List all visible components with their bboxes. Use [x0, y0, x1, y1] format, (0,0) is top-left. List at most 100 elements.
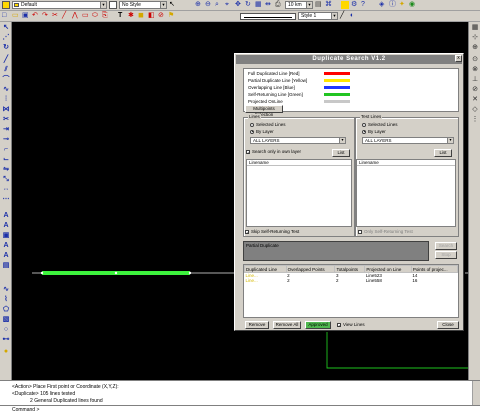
search-own-layer-checkbox[interactable]: ✓ Search only in own layer	[246, 149, 301, 154]
lines-layer-dropdown[interactable]: ALL LAYERS ▼	[250, 137, 346, 144]
select-icon[interactable]: ↖	[2, 24, 10, 32]
props-icon[interactable]: ▦	[471, 24, 479, 32]
chamfer-icon[interactable]: ⌙	[2, 156, 10, 164]
extend-icon[interactable]: ⇥	[2, 126, 10, 134]
break-icon[interactable]: ✂	[2, 116, 10, 124]
mirror-icon[interactable]: ⇋	[2, 166, 10, 174]
polyline-icon[interactable]: ⋀	[72, 12, 80, 20]
column-header[interactable]: Duplicated Line	[244, 265, 287, 273]
lines-radio-by-layer[interactable]: By Layer	[250, 129, 274, 134]
snap-grid-icon[interactable]: ⋮	[471, 116, 479, 124]
trim-icon[interactable]: ⊸	[2, 136, 10, 144]
arc-icon[interactable]: ⌒	[2, 76, 10, 84]
snap-perp-icon[interactable]: ⊥	[471, 76, 479, 84]
only-self-returning-checkbox[interactable]: Only Self-Returning Test	[358, 229, 413, 234]
help-icon[interactable]: ?	[361, 1, 369, 9]
circle-icon[interactable]: ○	[2, 326, 10, 334]
text-a-icon[interactable]: A	[2, 212, 10, 220]
open-icon[interactable]: ▭	[12, 12, 20, 20]
dimension-icon[interactable]: ⊷	[2, 336, 10, 344]
style-select[interactable]: No Style ▼	[119, 1, 167, 9]
style-icon[interactable]	[109, 1, 117, 9]
view-lines-checkbox[interactable]: ✓ View Lines	[337, 322, 365, 327]
bezier-icon[interactable]: ∿	[2, 86, 10, 94]
settings-icon[interactable]: ⚙	[351, 1, 359, 9]
offset-icon[interactable]: ⫶	[2, 96, 10, 104]
layer-select[interactable]: Default ▼	[12, 1, 107, 9]
refresh-icon[interactable]: ↻	[245, 1, 253, 9]
test-radio-selected[interactable]: Selected Lines	[362, 122, 398, 127]
stop-button[interactable]: Stop	[435, 251, 457, 259]
line-tool-icon[interactable]: ╱	[62, 12, 70, 20]
column-header[interactable]: Totalpoints	[334, 265, 366, 273]
multiline-icon[interactable]: ⫽	[2, 66, 10, 74]
lines-list-button[interactable]: List	[332, 149, 350, 157]
undo-icon[interactable]: ↶	[32, 12, 40, 20]
block-icon[interactable]: ◼	[138, 12, 146, 20]
text-a-bold-icon[interactable]: A	[2, 222, 10, 230]
cut-icon[interactable]: ✂	[52, 12, 60, 20]
lines-radio-selected[interactable]: Selected Lines	[250, 122, 286, 127]
test-lines-listbox[interactable]: Linename	[356, 159, 456, 227]
column-header[interactable]: Points of projec...	[410, 265, 459, 273]
zoom-extents-icon[interactable]: ⌖	[225, 1, 233, 9]
column-header[interactable]: Overlapped Points	[285, 265, 336, 273]
approved-button[interactable]: Approved	[305, 321, 331, 329]
text-box-icon[interactable]: ▣	[2, 232, 10, 240]
print-icon[interactable]: ⎙	[275, 1, 283, 9]
globe-icon[interactable]: ◉	[409, 1, 417, 9]
search-button[interactable]: Search	[435, 242, 457, 250]
snap-int-icon[interactable]: ✕	[471, 96, 479, 104]
close-icon[interactable]: x	[455, 55, 462, 62]
text-icon[interactable]: T	[118, 12, 126, 20]
rectangle-icon[interactable]: ▭	[82, 12, 90, 20]
stop-icon[interactable]: ⊘	[158, 12, 166, 20]
skip-self-returning-checkbox[interactable]: ✓ Skip Self-Returning Test	[245, 229, 299, 234]
snap-icon[interactable]: ⌘	[325, 1, 333, 9]
join-icon[interactable]: ⋈	[2, 106, 10, 114]
copy-icon[interactable]: ⎘	[102, 12, 110, 20]
scale-icon[interactable]: ⤡	[2, 176, 10, 184]
fill-icon[interactable]: ◧	[148, 12, 156, 20]
array-icon[interactable]: ⋯	[2, 196, 10, 204]
linestyle-select[interactable]: Style 1 ▼	[298, 12, 338, 20]
test-list-button[interactable]: List	[434, 149, 452, 157]
redo-icon[interactable]: ↷	[42, 12, 50, 20]
symbol-icon[interactable]: ✱	[128, 12, 136, 20]
flag-icon[interactable]: ⚑	[168, 12, 176, 20]
star-icon[interactable]: ✦	[399, 1, 407, 9]
light-icon[interactable]: ●	[2, 348, 10, 356]
test-layer-dropdown[interactable]: ALL LAYERS ▼	[362, 137, 454, 144]
snap-mid-icon[interactable]: ⊕	[471, 44, 479, 52]
spline-icon[interactable]: ⌇	[2, 296, 10, 304]
command-scrollbar[interactable]	[472, 381, 480, 405]
info-icon[interactable]: ⓘ	[389, 1, 397, 9]
rotate-icon[interactable]: ↻	[2, 44, 10, 52]
layer-manager-icon[interactable]	[2, 1, 10, 9]
stretch-icon[interactable]: ⇔	[2, 186, 10, 194]
grid-icon[interactable]: ▦	[255, 1, 263, 9]
new-icon[interactable]: □	[2, 12, 10, 20]
remove-button[interactable]: Remove	[245, 321, 269, 329]
ellipse-icon[interactable]: ⬭	[92, 12, 100, 20]
text-a-outline-icon[interactable]: A	[2, 242, 10, 250]
table-row[interactable]: Line... 2 2 Line558 16	[245, 278, 458, 283]
line-weight-icon[interactable]: ╱	[340, 12, 348, 20]
snap-near-icon[interactable]: ⊗	[471, 66, 479, 74]
lines-listbox[interactable]: Linename	[246, 159, 352, 227]
close-button[interactable]: Close	[437, 321, 459, 329]
zoom-window-icon[interactable]: ⌕	[215, 1, 223, 9]
test-radio-by-layer[interactable]: By Layer	[362, 129, 386, 134]
snap-center-icon[interactable]: ⊙	[471, 56, 479, 64]
grid-settings-icon[interactable]: ▤	[315, 1, 323, 9]
scale-select[interactable]: 10 km ▼	[285, 1, 313, 9]
curve-icon[interactable]: ∿	[2, 286, 10, 294]
point-icon[interactable]: ⋰	[2, 34, 10, 42]
text-a-small-icon[interactable]: A	[2, 252, 10, 260]
tab-multipoints-selection[interactable]: Multipoints Selection	[245, 105, 283, 117]
remove-all-button[interactable]: Remove All	[273, 321, 301, 329]
text-frame-icon[interactable]: ▤	[2, 262, 10, 270]
fillet-icon[interactable]: ⌐	[2, 146, 10, 154]
line-icon[interactable]: ╱	[2, 56, 10, 64]
highlight-icon[interactable]	[341, 1, 349, 9]
